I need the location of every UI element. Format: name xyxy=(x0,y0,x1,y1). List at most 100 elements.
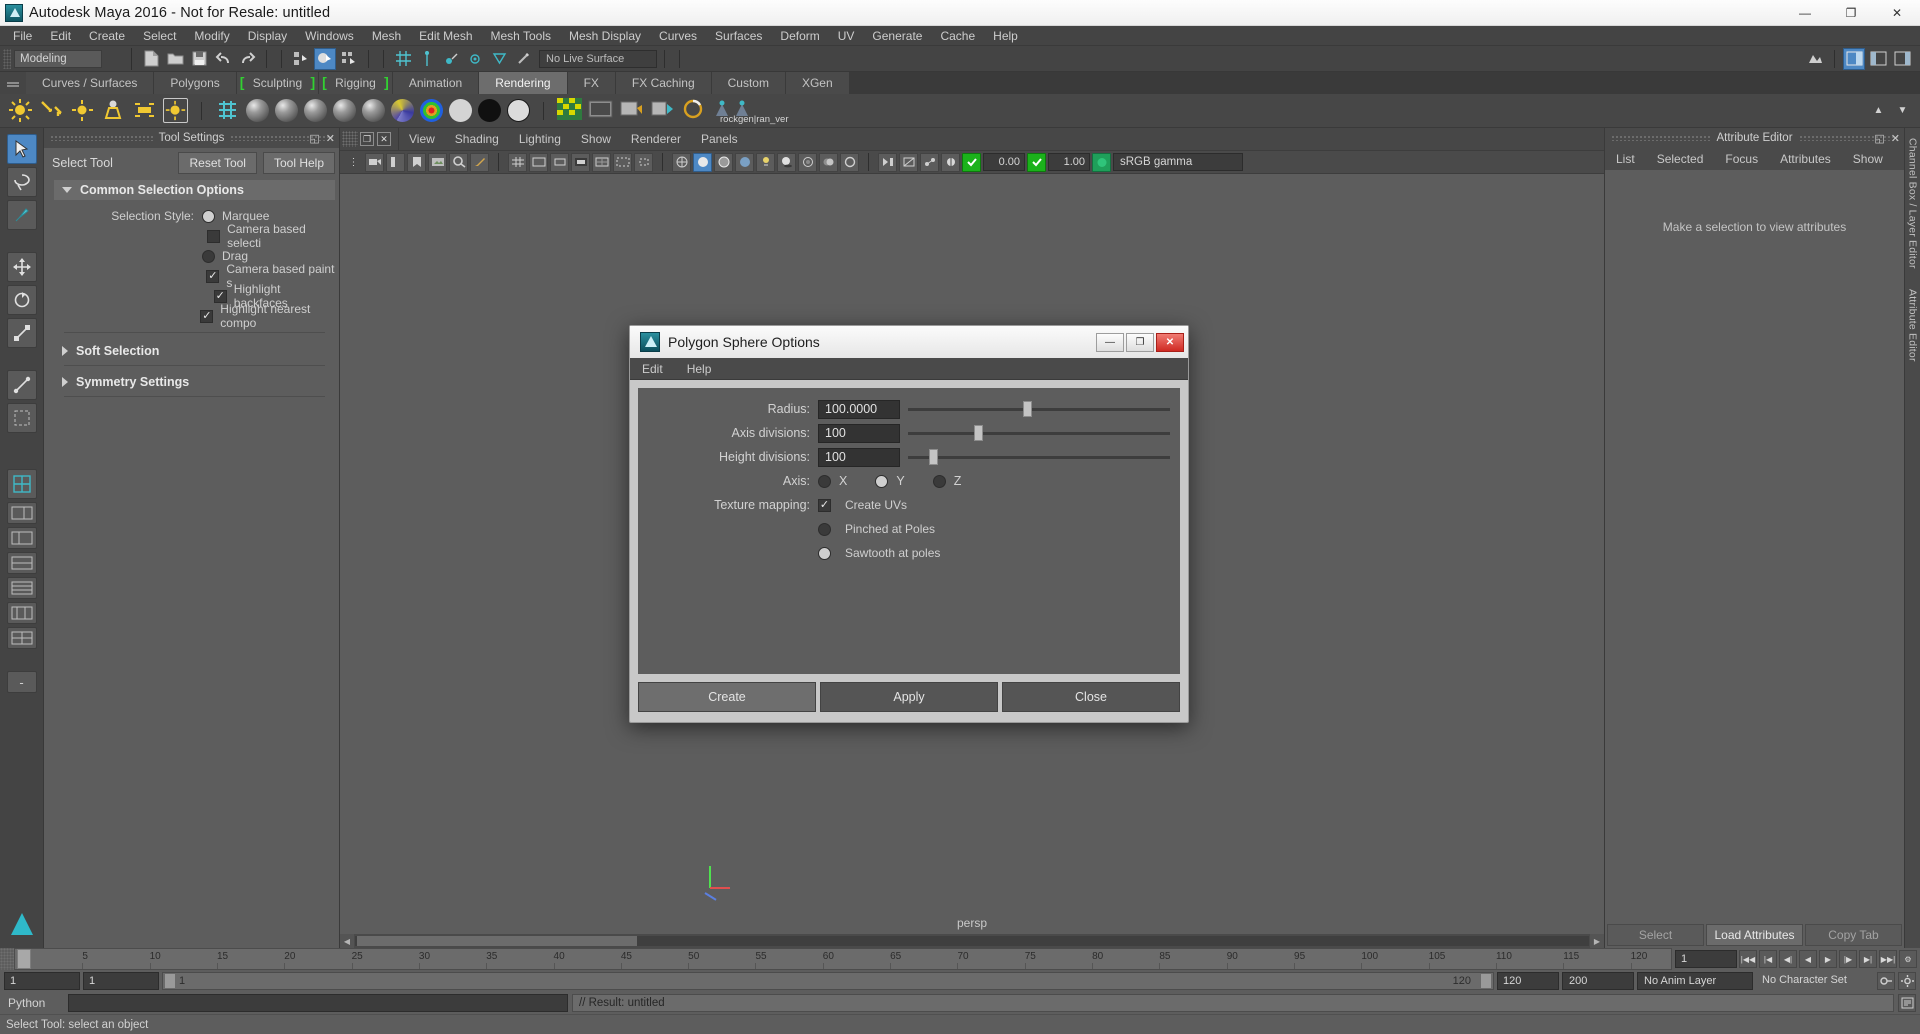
panel-undock-icon[interactable]: ◱ xyxy=(1874,132,1884,145)
gamma-value-field[interactable]: 1.00 xyxy=(1048,153,1090,171)
dialog-menu-edit[interactable]: Edit xyxy=(630,358,675,380)
shelf-handle[interactable] xyxy=(0,72,26,94)
surface-shader-icon[interactable] xyxy=(449,99,472,122)
shelf-scroll-up-icon[interactable]: ▲ xyxy=(1869,101,1888,120)
close-dialog-button[interactable]: Close xyxy=(1002,682,1180,712)
menu-item-windows[interactable]: Windows xyxy=(296,26,363,46)
grid-toggle-icon[interactable] xyxy=(508,152,527,172)
shade-wireframe-icon[interactable] xyxy=(714,152,733,172)
open-scene-icon[interactable] xyxy=(164,48,186,70)
xray-icon[interactable] xyxy=(899,152,918,172)
checkbox-camera-based-paint[interactable]: ✓ xyxy=(206,269,220,283)
range-slider-bar[interactable]: 1 120 xyxy=(162,972,1494,990)
scale-tool-icon[interactable] xyxy=(6,318,37,348)
move-tool-icon[interactable] xyxy=(6,252,37,282)
menu-item-modify[interactable]: Modify xyxy=(185,26,238,46)
viewport-menu-shading[interactable]: Shading xyxy=(445,128,509,150)
go-to-start-icon[interactable]: |◀◀ xyxy=(1739,950,1757,968)
viewport-menu-renderer[interactable]: Renderer xyxy=(621,128,691,150)
anisotropic-material-sphere-icon[interactable] xyxy=(362,99,385,122)
load-attributes-button[interactable]: Load Attributes xyxy=(1706,924,1803,946)
slider-thumb[interactable] xyxy=(1023,400,1033,417)
shelf-tab-custom[interactable]: Custom xyxy=(711,72,786,94)
show-attribute-editor-icon[interactable] xyxy=(1843,47,1865,70)
current-time-indicator[interactable] xyxy=(17,949,31,969)
panel-drag-dots[interactable] xyxy=(1611,135,1711,141)
render-sequence-icon[interactable] xyxy=(650,98,675,123)
point-light-icon[interactable] xyxy=(70,98,95,123)
menu-item-deform[interactable]: Deform xyxy=(771,26,828,46)
rail-tab-attribute-editor[interactable]: Attribute Editor xyxy=(1907,289,1919,362)
reset-tool-button[interactable]: Reset Tool xyxy=(178,152,257,174)
color-management-selector[interactable]: sRGB gamma xyxy=(1113,153,1243,171)
menu-item-uv[interactable]: UV xyxy=(829,26,864,46)
workspace-selector[interactable]: - xyxy=(6,671,37,693)
panel-close-icon[interactable]: ✕ xyxy=(1891,132,1900,145)
render-settings-icon[interactable] xyxy=(215,98,240,123)
range-end-field[interactable]: 120 xyxy=(1497,972,1559,990)
select-by-component-icon[interactable] xyxy=(338,48,360,70)
rotate-tool-icon[interactable] xyxy=(6,285,37,315)
menu-item-edit-mesh[interactable]: Edit Mesh xyxy=(410,26,481,46)
quick-layout-outliner-icon[interactable] xyxy=(6,527,37,549)
show-channel-box-icon[interactable] xyxy=(1891,48,1913,70)
anim-layer-selector[interactable]: No Anim Layer xyxy=(1637,972,1753,990)
gamma-enabled-indicator[interactable] xyxy=(1027,152,1046,172)
image-plane-icon[interactable] xyxy=(428,152,447,172)
textured-icon[interactable] xyxy=(735,152,754,172)
snap-to-grid-icon[interactable] xyxy=(392,48,414,70)
dialog-close-button[interactable]: ✕ xyxy=(1156,332,1184,352)
checkbox-highlight-nearest-component[interactable]: ✓ xyxy=(200,309,214,323)
use-all-lights-icon[interactable] xyxy=(756,152,775,172)
live-surface-field[interactable]: No Live Surface xyxy=(539,49,657,68)
scroll-right-icon[interactable]: ▶ xyxy=(1590,934,1604,948)
frame-header-symmetry-settings[interactable]: Symmetry Settings xyxy=(54,372,335,392)
animation-start-field[interactable]: 1 xyxy=(83,972,159,990)
shelf-tab-xgen[interactable]: XGen xyxy=(785,72,850,94)
axis-divisions-input[interactable]: 100 xyxy=(818,423,900,443)
menu-item-help[interactable]: Help xyxy=(984,26,1027,46)
range-right-handle[interactable] xyxy=(1481,974,1491,988)
axis-y-option[interactable]: Y xyxy=(875,474,932,488)
menu-item-curves[interactable]: Curves xyxy=(650,26,706,46)
radio-marquee[interactable] xyxy=(202,209,215,223)
bookmark-icon[interactable] xyxy=(407,152,426,172)
time-slider-track[interactable]: 5 10 15 20 25 30 35 40 45 50 55 60 65 70 75 80 85 90 95 100… xyxy=(14,948,1672,970)
phonge-material-sphere-icon[interactable] xyxy=(333,99,356,122)
toolbar-grip[interactable] xyxy=(3,48,11,69)
attribute-editor-menu-selected[interactable]: Selected xyxy=(1646,148,1715,170)
minimize-button[interactable]: — xyxy=(1782,0,1828,26)
attribute-editor-menu-attributes[interactable]: Attributes xyxy=(1769,148,1842,170)
ambient-light-icon[interactable] xyxy=(8,98,33,123)
menu-item-generate[interactable]: Generate xyxy=(863,26,931,46)
step-back-keyframe-icon[interactable]: |◀ xyxy=(1759,950,1777,968)
attribute-editor-menu-show[interactable]: Show xyxy=(1842,148,1894,170)
dialog-menu-help[interactable]: Help xyxy=(675,358,724,380)
paint-selection-tool-icon[interactable] xyxy=(6,200,37,230)
gate-mask-icon[interactable] xyxy=(571,152,590,172)
save-scene-icon[interactable] xyxy=(188,48,210,70)
height-divisions-input[interactable]: 100 xyxy=(818,447,900,467)
texture-checker-icon[interactable] xyxy=(557,98,582,123)
quick-layout-extra-icon[interactable] xyxy=(6,627,37,649)
shelf-tab-sculpting[interactable]: [] Sculpting xyxy=(236,72,320,94)
radio-sawtooth-at-poles[interactable] xyxy=(818,546,831,560)
create-button[interactable]: Create xyxy=(638,682,816,712)
scrollbar-track[interactable] xyxy=(355,936,1589,946)
directional-light-icon[interactable] xyxy=(39,98,64,123)
scrollbar-thumb[interactable] xyxy=(357,936,637,946)
shelf-tab-curves-surfaces[interactable]: Curves / Surfaces xyxy=(26,72,155,94)
current-frame-field[interactable]: 1 xyxy=(1675,950,1737,968)
radio-axis-x[interactable] xyxy=(818,474,831,488)
panel-undock-icon[interactable]: ◱ xyxy=(309,132,319,145)
snap-to-point-icon[interactable] xyxy=(440,48,462,70)
select-by-hierarchy-icon[interactable] xyxy=(290,48,312,70)
shelf-tab-fx-caching[interactable]: FX Caching xyxy=(615,72,712,94)
film-gate-icon[interactable] xyxy=(529,152,548,172)
exposure-enabled-indicator[interactable] xyxy=(962,152,981,172)
viewport-undock-icon[interactable]: ❐ xyxy=(360,132,374,146)
xray-joints-icon[interactable] xyxy=(920,152,939,172)
radio-axis-y[interactable] xyxy=(875,474,889,488)
viewport-horizontal-scrollbar[interactable]: ◀ ▶ xyxy=(340,934,1604,948)
dialog-minimize-button[interactable]: — xyxy=(1096,332,1124,352)
